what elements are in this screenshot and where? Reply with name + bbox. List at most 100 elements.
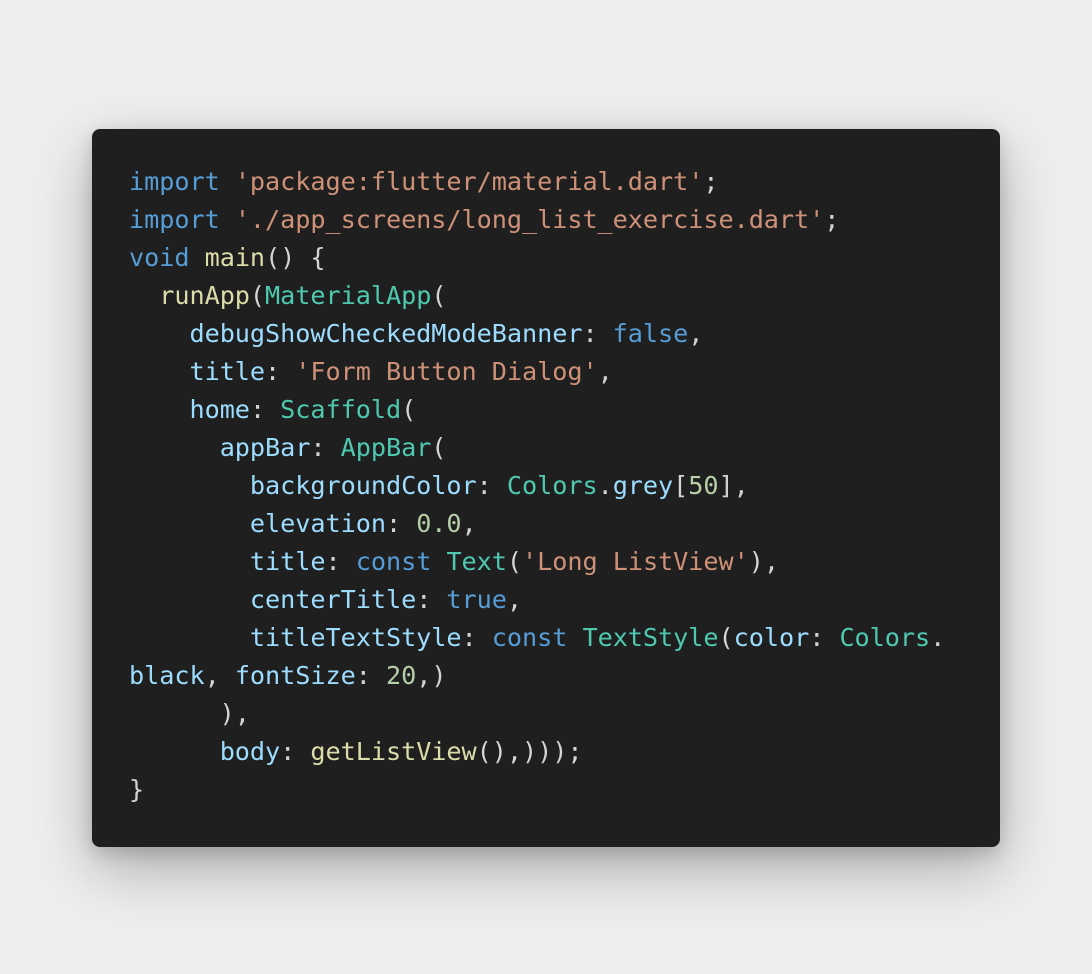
code-line: title: 'Form Button Dialog', [129,353,945,391]
code-token-punctuation: : [265,357,296,386]
code-token-number: 50 [688,471,719,500]
code-token-punctuation: , [506,585,523,614]
code-token-punctuation: } [129,775,145,804]
code-token-keyword: import [129,205,220,234]
code-token-property: home [189,395,250,424]
code-line: backgroundColor: Colors.grey[50], [129,467,945,505]
code-line: import './app_screens/long_list_exercise… [129,201,945,239]
code-line: ), [129,695,945,733]
code-token-punctuation: [ [673,471,689,500]
code-token-punctuation: , [688,319,704,348]
code-token-punctuation [567,623,582,652]
code-token-punctuation: () { [265,243,326,272]
code-token-number: 0.0 [416,509,462,538]
code-token-keyword: false [612,319,689,348]
code-token-punctuation: ( [718,623,734,652]
code-token-punctuation [220,167,235,196]
code-token-property: elevation [249,509,386,538]
code-token-property: backgroundColor [249,471,477,500]
code-token-function: runApp [159,281,250,310]
code-line: appBar: AppBar( [129,429,945,467]
code-token-punctuation [129,471,250,500]
code-token-keyword: const [491,623,568,652]
code-token-class: Colors [506,471,598,500]
code-line: titleTextStyle: const TextStyle(color: C… [129,619,945,657]
code-line: import 'package:flutter/material.dart'; [129,163,945,201]
code-line: debugShowCheckedModeBanner: false, [129,315,945,353]
code-line: black, fontSize: 20,) [129,657,945,695]
code-token-punctuation [129,281,159,310]
code-token-property: titleTextStyle [249,623,462,652]
code-token-punctuation: ; [703,167,719,196]
code-token-punctuation [189,243,204,272]
code-line: body: getListView(),))); [129,733,945,771]
code-token-class: Colors [839,623,931,652]
code-token-class: Text [446,547,507,576]
code-line: void main() { [129,239,945,277]
code-token-punctuation [431,547,446,576]
code-line: home: Scaffold( [129,391,945,429]
code-token-punctuation: ( [506,547,523,576]
code-line: title: const Text('Long ListView'), [129,543,945,581]
code-token-punctuation: . [597,471,613,500]
code-line: elevation: 0.0, [129,505,945,543]
code-token-punctuation: ( [431,281,447,310]
code-token-punctuation [129,509,250,538]
code-token-punctuation: : [310,433,341,462]
code-token-punctuation: ), [129,699,250,728]
code-token-number: 20 [385,661,417,690]
code-token-function: main [204,243,266,272]
code-token-property: grey [612,471,674,500]
code-token-property: debugShowCheckedModeBanner [189,319,583,348]
code-token-punctuation: : [416,585,447,614]
code-token-punctuation: ( [401,395,417,424]
code-token-punctuation [129,395,189,424]
code-token-punctuation [129,585,250,614]
code-token-property: fontSize [234,661,356,690]
code-token-property: black [129,661,205,690]
code-token-class: Scaffold [280,395,402,424]
code-token-punctuation [129,433,220,462]
code-token-punctuation [129,623,250,652]
code-token-punctuation: : [249,395,281,424]
code-token-punctuation: ], [718,471,749,500]
code-token-class: MaterialApp [265,281,432,310]
code-token-property: color [733,623,810,652]
code-token-string: 'Long ListView' [522,547,749,576]
code-token-punctuation: (),))); [476,737,583,766]
code-token-punctuation: : [280,737,311,766]
code-token-property: centerTitle [249,585,417,614]
code-token-keyword: import [129,167,220,196]
code-token-punctuation: ; [824,205,840,234]
code-token-punctuation: ( [249,281,266,310]
code-token-punctuation: : [385,509,417,538]
code-token-keyword: const [355,547,432,576]
code-line: } [129,771,945,809]
code-token-property: title [249,547,326,576]
code-token-class: AppBar [340,433,432,462]
code-token-string: 'package:flutter/material.dart' [234,167,704,196]
code-token-punctuation: , [204,661,235,690]
code-token-punctuation: ), [748,547,779,576]
code-token-punctuation: : [461,623,492,652]
code-token-punctuation: : [325,547,356,576]
code-token-punctuation: : [476,471,507,500]
code-token-class: TextStyle [582,623,719,652]
code-token-punctuation: : [582,319,613,348]
code-token-property: title [189,357,266,386]
code-token-property: body [219,737,281,766]
code-token-punctuation [129,357,189,386]
code-token-punctuation: : [809,623,840,652]
code-line: centerTitle: true, [129,581,945,619]
code-token-function: getListView [310,737,477,766]
code-token-punctuation: , [461,509,477,538]
code-block[interactable]: import 'package:flutter/material.dart'; i… [129,163,945,809]
code-token-string: './app_screens/long_list_exercise.dart' [234,205,825,234]
code-token-punctuation [220,205,235,234]
code-token-punctuation: ,) [416,661,447,690]
code-token-punctuation: , [597,357,613,386]
code-token-keyword: void [129,243,190,272]
code-line: runApp(MaterialApp( [129,277,945,315]
code-token-string: 'Form Button Dialog' [295,357,598,386]
code-token-property: appBar [219,433,311,462]
